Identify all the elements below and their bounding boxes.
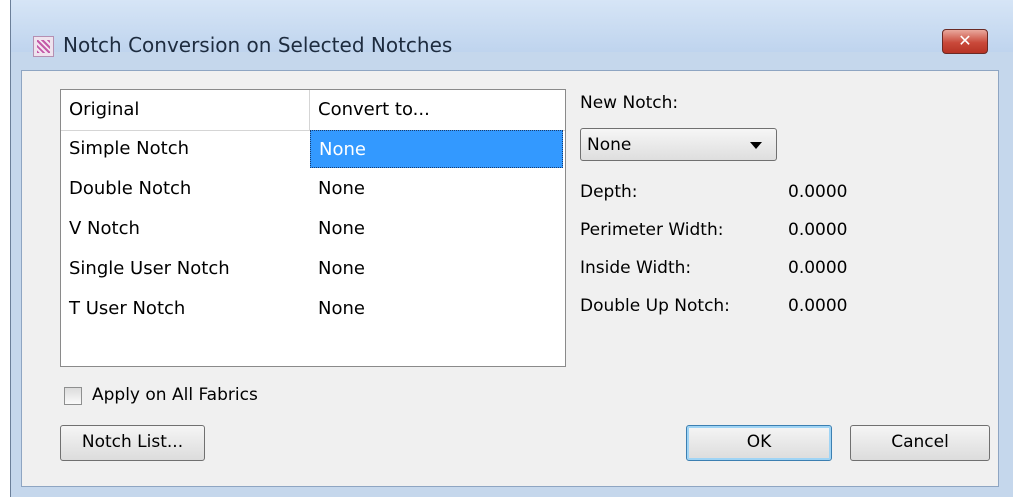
notch-list-button[interactable]: Notch List... (60, 425, 205, 461)
title-bar[interactable]: Notch Conversion on Selected Notches ✕ (11, 0, 1013, 57)
inside-width-label: Inside Width: (580, 258, 692, 278)
perimeter-width-value: 0.0000 (788, 220, 848, 240)
convert-to-value: None (319, 139, 366, 160)
original-cell: T User Notch (69, 298, 186, 319)
table-row[interactable]: V Notch None (61, 210, 565, 250)
column-divider[interactable] (309, 90, 310, 130)
convert-to-cell[interactable]: None (310, 250, 563, 288)
apply-all-fabrics-checkbox[interactable] (64, 387, 82, 405)
convert-to-value: None (318, 218, 365, 239)
original-cell: Single User Notch (69, 258, 230, 279)
column-header-convert-to[interactable]: Convert to... (318, 99, 430, 120)
new-notch-dropdown[interactable]: None (580, 128, 777, 161)
inside-width-value: 0.0000 (788, 258, 848, 278)
dialog-body: Original Convert to... Simple Notch None… (21, 70, 999, 487)
notch-table: Original Convert to... Simple Notch None… (60, 89, 566, 367)
cancel-button[interactable]: Cancel (850, 425, 990, 461)
window-title: Notch Conversion on Selected Notches (63, 33, 453, 57)
double-up-notch-label: Double Up Notch: (580, 296, 730, 316)
perimeter-width-label: Perimeter Width: (580, 220, 724, 240)
convert-to-cell[interactable]: None (310, 170, 563, 208)
new-notch-selected: None (587, 135, 632, 155)
convert-to-value: None (318, 298, 365, 319)
depth-label: Depth: (580, 182, 638, 202)
convert-to-value: None (318, 178, 365, 199)
close-button[interactable]: ✕ (942, 29, 988, 54)
new-notch-label: New Notch: (580, 93, 679, 113)
ok-button[interactable]: OK (686, 425, 832, 461)
table-header: Original Convert to... (61, 90, 565, 131)
convert-to-cell[interactable]: None (310, 210, 563, 248)
dialog-window: Notch Conversion on Selected Notches ✕ O… (10, 0, 1013, 497)
double-up-notch-value: 0.0000 (788, 296, 848, 316)
original-cell: Simple Notch (69, 138, 190, 159)
convert-to-value: None (318, 258, 365, 279)
table-row[interactable]: Single User Notch None (61, 250, 565, 290)
table-row[interactable]: Double Notch None (61, 170, 565, 210)
convert-to-cell[interactable]: None (310, 290, 563, 328)
depth-value: 0.0000 (788, 182, 848, 202)
app-icon (33, 36, 54, 57)
convert-to-cell[interactable]: None (310, 130, 563, 168)
table-row[interactable]: T User Notch None (61, 290, 565, 330)
apply-all-fabrics-label[interactable]: Apply on All Fabrics (92, 385, 258, 405)
original-cell: V Notch (69, 218, 140, 239)
dropdown-arrow-icon (750, 142, 762, 149)
original-cell: Double Notch (69, 178, 192, 199)
table-row[interactable]: Simple Notch None (61, 130, 565, 170)
column-header-original[interactable]: Original (69, 99, 139, 120)
